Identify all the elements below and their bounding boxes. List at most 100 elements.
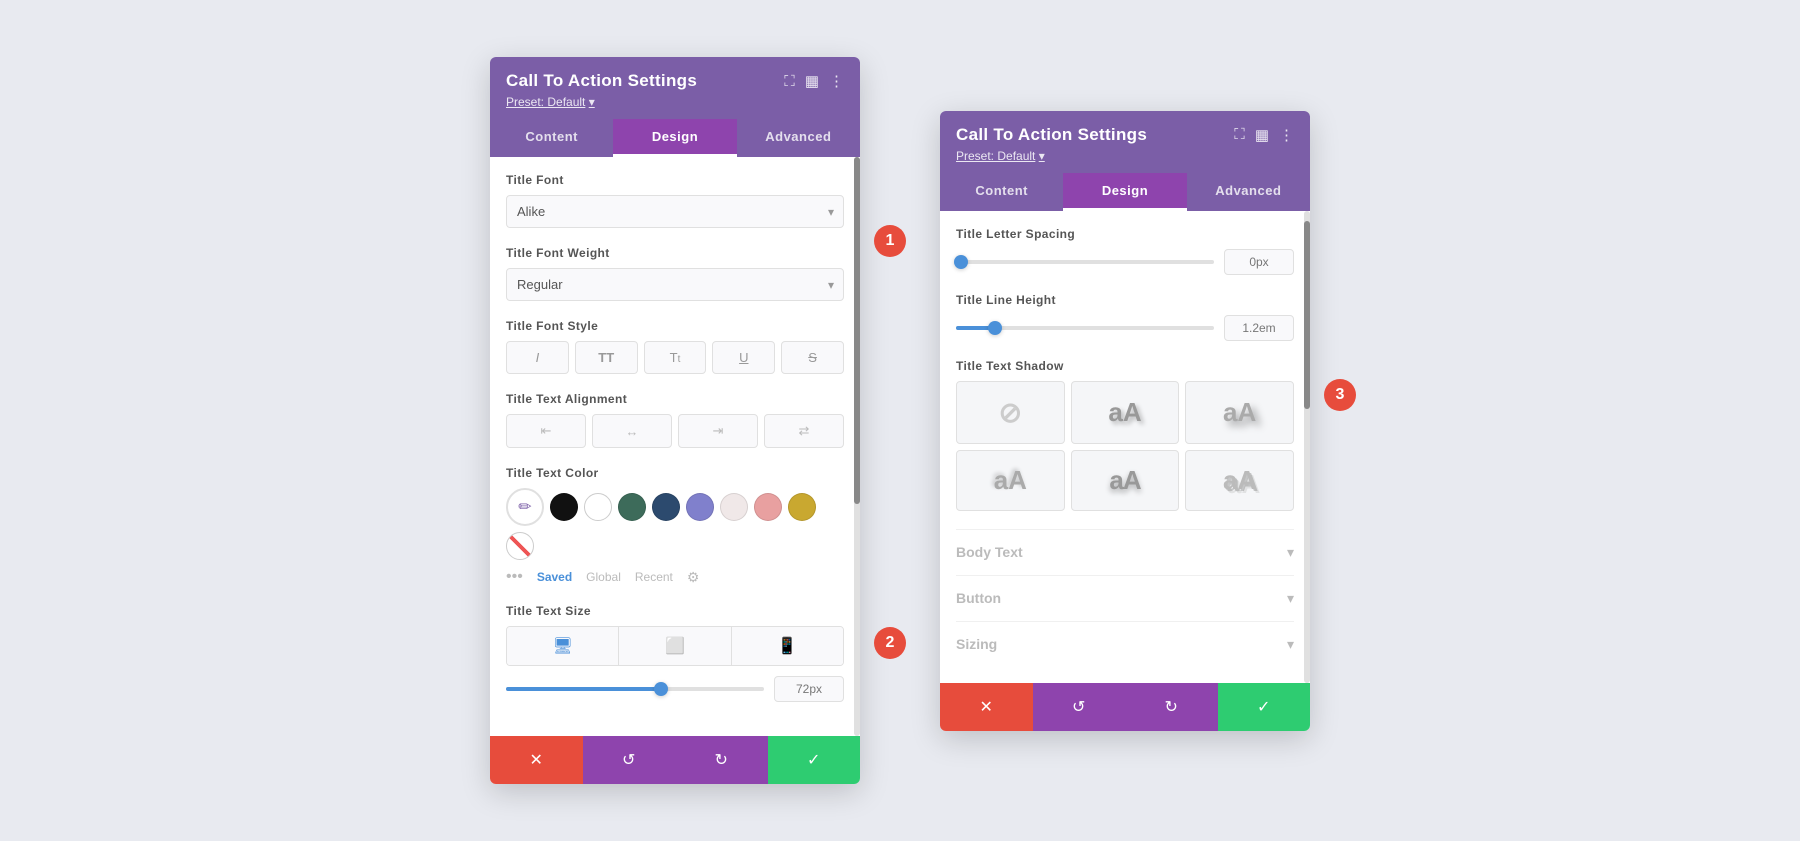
- tab-design-left[interactable]: Design: [613, 119, 736, 157]
- tablet-button[interactable]: ⬜: [619, 627, 731, 665]
- title-font-weight-label: Title Font Weight: [506, 246, 844, 260]
- title-letter-spacing-label: Title Letter Spacing: [956, 227, 1294, 241]
- shadow-text-1: aA: [1108, 397, 1141, 428]
- panel-left-tabs: Content Design Advanced: [490, 119, 860, 157]
- redo-button-right[interactable]: ↻: [1125, 683, 1218, 731]
- sizing-section[interactable]: Sizing ▾: [956, 621, 1294, 667]
- scrollbar[interactable]: [854, 157, 860, 736]
- title-letter-spacing-thumb[interactable]: [954, 255, 968, 269]
- shadow-option-3[interactable]: aA: [956, 450, 1065, 511]
- tab-advanced-left[interactable]: Advanced: [737, 119, 860, 157]
- cancel-button-right[interactable]: ✕: [940, 683, 1033, 731]
- shadow-option-none[interactable]: ⊘: [956, 381, 1065, 444]
- panel-right-footer: ✕ ↺ ↻ ✓: [940, 683, 1310, 731]
- title-letter-spacing-input[interactable]: [1224, 249, 1294, 275]
- reset-button-left[interactable]: ↺: [583, 736, 676, 784]
- title-line-height-label: Title Line Height: [956, 293, 1294, 307]
- sizing-label: Sizing: [956, 636, 997, 652]
- body-text-section[interactable]: Body Text ▾: [956, 529, 1294, 575]
- title-line-height-input[interactable]: [1224, 315, 1294, 341]
- color-swatch-salmon[interactable]: [754, 493, 782, 521]
- shadow-option-4[interactable]: aA: [1071, 450, 1180, 511]
- color-picker-button[interactable]: ✏: [506, 488, 544, 526]
- shadow-option-2[interactable]: aA: [1185, 381, 1294, 444]
- button-label: Button: [956, 590, 1001, 606]
- scrollbar-right[interactable]: [1304, 211, 1310, 683]
- more-icon[interactable]: ⋮: [829, 72, 844, 90]
- color-swatch-navy[interactable]: [652, 493, 680, 521]
- shadow-option-1[interactable]: aA: [1071, 381, 1180, 444]
- title-font-group: Title Font Alike ▾: [506, 173, 844, 228]
- title-font-weight-select[interactable]: Regular: [506, 268, 844, 301]
- title-line-height-track[interactable]: [956, 326, 1214, 330]
- title-font-select-wrapper: Alike ▾: [506, 195, 844, 228]
- title-line-height-group: Title Line Height: [956, 293, 1294, 341]
- shadow-text-4: aA: [1109, 465, 1140, 496]
- shadow-text-5: aA: [1223, 465, 1256, 496]
- align-center-button[interactable]: ↔: [592, 414, 672, 448]
- panel-left-preset: Preset: Default ▾: [506, 95, 844, 109]
- italic-button[interactable]: I: [506, 341, 569, 374]
- desktop-button[interactable]: 🖥: [507, 627, 619, 665]
- title-font-style-group: Title Font Style I TT Tt U S: [506, 319, 844, 374]
- tab-design-right[interactable]: Design: [1063, 173, 1186, 211]
- color-swatch-black[interactable]: [550, 493, 578, 521]
- align-left-button[interactable]: ⇤: [506, 414, 586, 448]
- color-swatch-pink-light[interactable]: [720, 493, 748, 521]
- scrollbar-thumb: [854, 157, 860, 504]
- title-font-weight-select-wrapper: Regular ▾: [506, 268, 844, 301]
- redo-button-left[interactable]: ↻: [675, 736, 768, 784]
- title-text-color-swatches: ✏: [506, 488, 844, 560]
- fullscreen-icon[interactable]: ⛶: [784, 73, 795, 90]
- tab-content-right[interactable]: Content: [940, 173, 1063, 211]
- title-font-select[interactable]: Alike: [506, 195, 844, 228]
- reset-button-right[interactable]: ↺: [1033, 683, 1126, 731]
- panel-left-title: Call To Action Settings: [506, 71, 697, 91]
- strikethrough-button[interactable]: S: [781, 341, 844, 374]
- color-sub-row: ••• Saved Global Recent ⚙: [506, 568, 844, 586]
- layout-icon[interactable]: ▦: [805, 72, 819, 90]
- title-text-size-label: Title Text Size: [506, 604, 844, 618]
- uppercase-button[interactable]: TT: [575, 341, 638, 374]
- color-swatch-purple[interactable]: [686, 493, 714, 521]
- color-swatch-gold[interactable]: [788, 493, 816, 521]
- color-swatch-white[interactable]: [584, 493, 612, 521]
- shadow-option-5[interactable]: aA: [1185, 450, 1294, 511]
- align-justify-button[interactable]: ⇄: [764, 414, 844, 448]
- align-right-button[interactable]: ⇥: [678, 414, 758, 448]
- device-buttons: 🖥 ⬜ 📱: [506, 626, 844, 666]
- layout-icon-right[interactable]: ▦: [1255, 126, 1269, 144]
- color-swatch-red-stripe[interactable]: [506, 532, 534, 560]
- button-section[interactable]: Button ▾: [956, 575, 1294, 621]
- color-settings-icon[interactable]: ⚙: [687, 569, 700, 586]
- fullscreen-icon-right[interactable]: ⛶: [1234, 126, 1245, 143]
- cancel-button-left[interactable]: ✕: [490, 736, 583, 784]
- panel-right: Call To Action Settings ⛶ ▦ ⋮ Preset: De…: [940, 111, 1310, 731]
- title-text-shadow-grid: ⊘ aA aA aA aA: [956, 381, 1294, 511]
- tab-content-left[interactable]: Content: [490, 119, 613, 157]
- saved-tab[interactable]: Saved: [537, 570, 572, 584]
- panel-left-footer: ✕ ↺ ↻ ✓: [490, 736, 860, 784]
- title-text-shadow-group: Title Text Shadow ⊘ aA aA: [956, 359, 1294, 511]
- more-icon-right[interactable]: ⋮: [1279, 126, 1294, 144]
- title-font-label: Title Font: [506, 173, 844, 187]
- save-button-right[interactable]: ✓: [1218, 683, 1311, 731]
- title-size-input[interactable]: [774, 676, 844, 702]
- button-arrow: ▾: [1287, 590, 1294, 607]
- capitalize-button[interactable]: Tt: [644, 341, 707, 374]
- recent-tab[interactable]: Recent: [635, 570, 673, 584]
- tab-advanced-right[interactable]: Advanced: [1187, 173, 1310, 211]
- save-button-left[interactable]: ✓: [768, 736, 861, 784]
- color-swatch-green[interactable]: [618, 493, 646, 521]
- underline-button[interactable]: U: [712, 341, 775, 374]
- panel-right-header-icons: ⛶ ▦ ⋮: [1234, 126, 1294, 144]
- title-letter-spacing-track[interactable]: [956, 260, 1214, 264]
- title-size-slider-thumb[interactable]: [654, 682, 668, 696]
- mobile-button[interactable]: 📱: [732, 627, 843, 665]
- panel-left: Call To Action Settings ⛶ ▦ ⋮ Preset: De…: [490, 57, 860, 784]
- title-line-height-thumb[interactable]: [988, 321, 1002, 335]
- global-tab[interactable]: Global: [586, 570, 621, 584]
- title-size-slider-track[interactable]: [506, 687, 764, 691]
- more-colors-button[interactable]: •••: [506, 568, 523, 586]
- title-letter-spacing-slider-row: [956, 249, 1294, 275]
